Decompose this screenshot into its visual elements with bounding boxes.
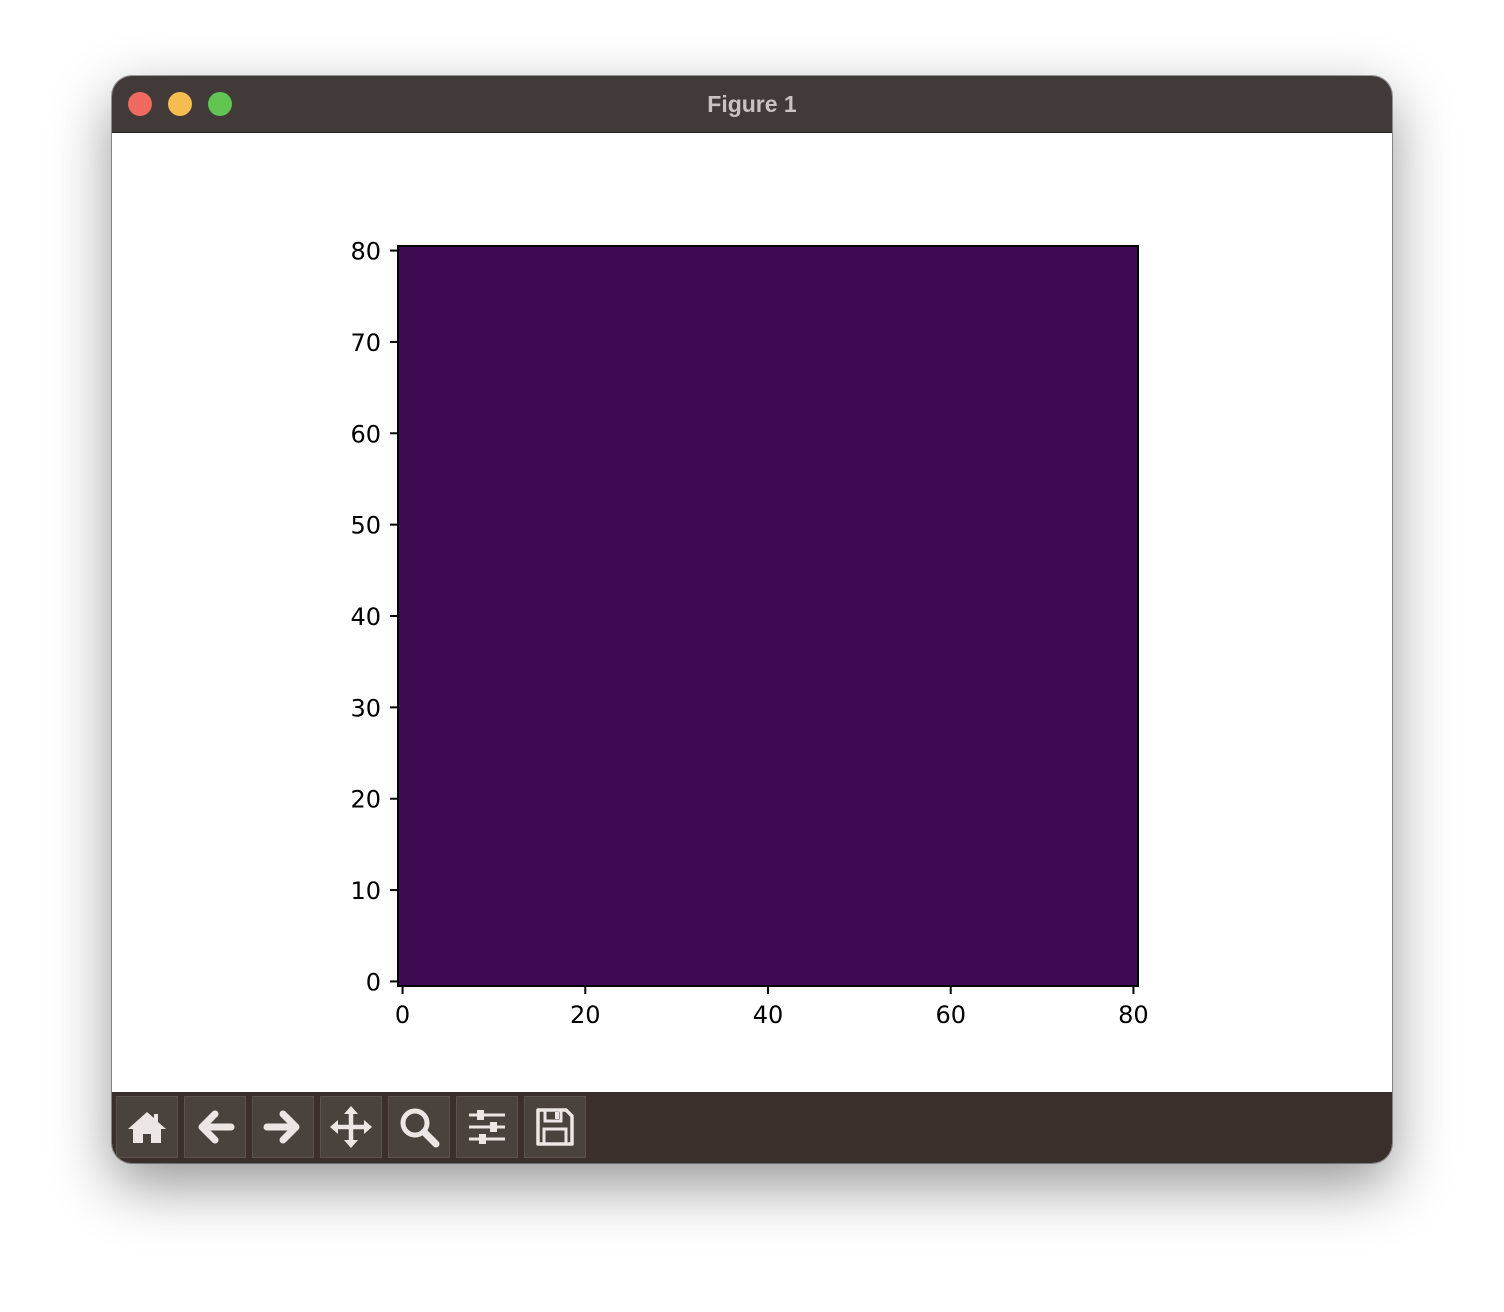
floppy-disk-icon <box>536 1108 574 1146</box>
image-background <box>398 246 1138 986</box>
x-tick-label: 0 <box>395 1001 410 1029</box>
title-bar[interactable]: Figure 1 <box>112 76 1392 133</box>
figure-window: Figure 1 0 20 40 60 80 0 10 20 30 40 50 60 70 80 <box>112 76 1392 1163</box>
x-tick-label: 60 <box>935 1001 966 1029</box>
move-icon <box>330 1106 372 1148</box>
save-button[interactable] <box>524 1096 586 1158</box>
arrow-left-icon <box>198 1110 235 1144</box>
magnifier-icon <box>400 1108 440 1148</box>
back-button[interactable] <box>184 1096 246 1158</box>
y-tick-label: 30 <box>350 694 381 722</box>
y-tick-label: 10 <box>350 877 381 905</box>
x-tick-label: 40 <box>753 1001 784 1029</box>
x-tick-label: 80 <box>1118 1001 1149 1029</box>
y-tick-label: 70 <box>350 329 381 357</box>
y-tick-label: 80 <box>350 238 381 266</box>
home-icon <box>128 1112 166 1143</box>
y-tick-label: 60 <box>350 420 381 448</box>
home-button[interactable] <box>116 1096 178 1158</box>
y-tick-label: 0 <box>366 968 381 996</box>
y-tick-label: 50 <box>350 512 381 540</box>
y-tick-label: 40 <box>350 603 381 631</box>
y-tick-label: 20 <box>350 786 381 814</box>
navigation-toolbar <box>112 1092 1392 1163</box>
pan-button[interactable] <box>320 1096 382 1158</box>
image-plot: 0 20 40 60 80 0 10 20 30 40 50 60 70 80 <box>350 238 1149 1029</box>
forward-button[interactable] <box>252 1096 314 1158</box>
configure-subplots-button[interactable] <box>456 1096 518 1158</box>
figure-canvas[interactable]: 0 20 40 60 80 0 10 20 30 40 50 60 70 80 <box>112 133 1392 1092</box>
sliders-icon <box>469 1110 505 1144</box>
zoom-button[interactable] <box>388 1096 450 1158</box>
window-title: Figure 1 <box>707 91 797 117</box>
arrow-right-icon <box>263 1110 300 1144</box>
x-tick-label: 20 <box>570 1001 601 1029</box>
